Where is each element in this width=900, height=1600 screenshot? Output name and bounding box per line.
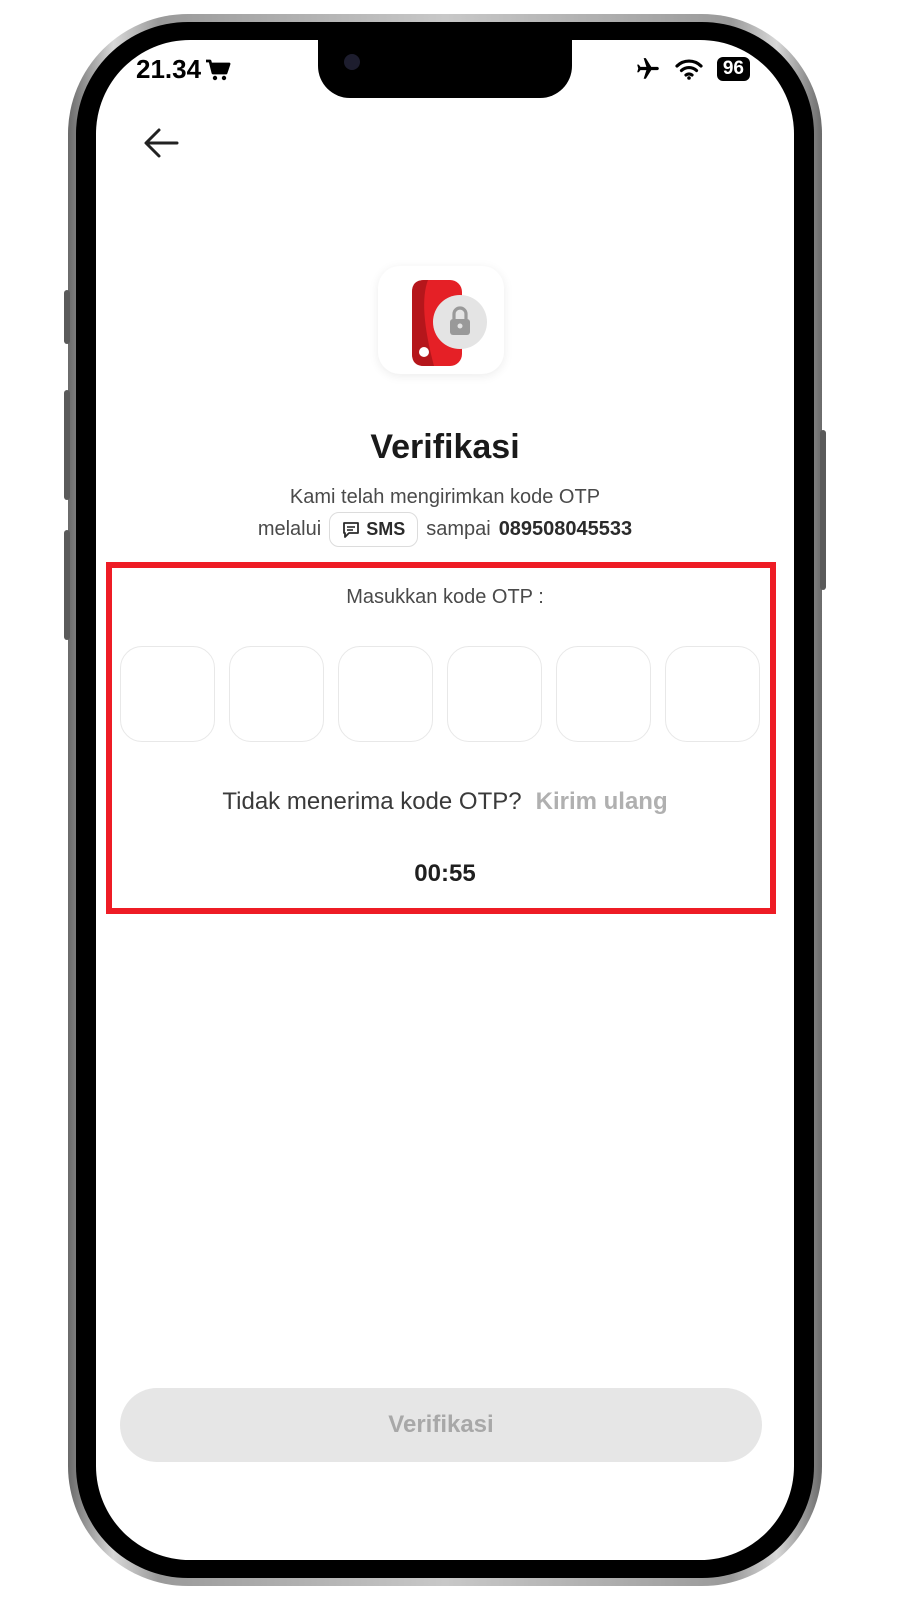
phone-number: 089508045533 <box>498 518 633 540</box>
otp-sent-message: Kami telah mengirimkan kode OTP <box>289 486 601 508</box>
airplane-icon <box>637 58 659 79</box>
via-prefix: melalui <box>257 518 322 540</box>
back-button[interactable] <box>138 120 184 166</box>
status-time-text: 21.34 <box>136 54 202 84</box>
phone-side-button <box>64 390 70 500</box>
phone-side-button <box>64 290 70 344</box>
otp-digit-5[interactable] <box>556 646 651 742</box>
phone-lock-icon <box>412 280 487 366</box>
phone-side-button <box>820 430 826 590</box>
otp-digit-3[interactable] <box>338 646 433 742</box>
sms-channel-chip: SMS <box>329 512 419 547</box>
status-icons: 96 <box>635 56 750 82</box>
otp-digit-1[interactable] <box>120 646 215 742</box>
wifi-icon <box>675 59 703 80</box>
resend-row: Tidak menerima kode OTP? Kirim ulang <box>96 788 794 816</box>
back-arrow-icon <box>144 128 179 158</box>
otp-input-label: Masukkan kode OTP : <box>346 586 544 608</box>
phone-side-button <box>64 530 70 640</box>
verify-button[interactable]: Verifikasi <box>120 1388 762 1462</box>
resend-question: Tidak menerima kode OTP? <box>222 788 522 815</box>
otp-digit-2[interactable] <box>229 646 324 742</box>
battery-icon: 96 <box>716 57 750 81</box>
notch <box>318 40 572 98</box>
otp-digit-6[interactable] <box>665 646 760 742</box>
chat-icon <box>343 521 360 538</box>
resend-link[interactable]: Kirim ulang <box>536 788 668 816</box>
otp-channel-line: melalui SMS sampai 089508045533 <box>96 512 794 547</box>
phone-screen: 21.34 96 Verifikasi Kami telah mengirimk… <box>96 40 794 1560</box>
otp-input-group <box>120 646 760 742</box>
countdown-timer: 00:55 <box>414 860 476 887</box>
phone-lock-logo <box>378 266 504 374</box>
cart-icon <box>206 59 231 80</box>
page-title: Verifikasi <box>370 428 520 466</box>
otp-digit-4[interactable] <box>447 646 542 742</box>
sms-label: SMS <box>366 519 406 539</box>
status-time: 21.34 <box>136 54 231 85</box>
to-prefix: sampai <box>426 518 491 540</box>
front-camera <box>344 54 360 70</box>
